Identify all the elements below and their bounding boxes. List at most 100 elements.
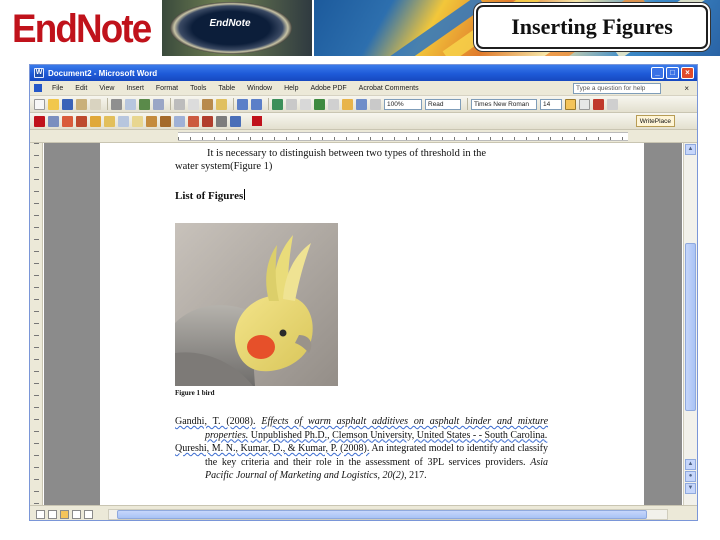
close-button[interactable]: × [681,67,694,79]
slide-banner: EndNote ® EndNote Inserting Figures [0,0,720,56]
hyperlink-icon[interactable] [272,98,283,110]
copy-icon[interactable] [188,98,199,110]
remove-field-codes-icon[interactable] [160,115,171,127]
menu-bar: File Edit View Insert Format Tools Table… [30,81,697,96]
menu-view[interactable]: View [93,85,120,92]
vertical-scrollbar[interactable]: ▲ ▲ ● ▼ [683,143,697,505]
find-figure-icon[interactable] [188,115,199,127]
insert-figure-icon[interactable] [90,115,101,127]
drawing-icon[interactable] [342,98,353,110]
redo-icon[interactable] [251,98,262,110]
undo-icon[interactable] [237,98,248,110]
print-preview-icon[interactable] [125,98,136,110]
document-page[interactable]: It is necessary to distinguish between t… [100,143,644,505]
list-of-figures-heading[interactable]: List of Figures [175,189,246,203]
open-folder-icon[interactable] [48,98,59,110]
save-icon[interactable] [62,98,73,110]
web-layout-icon[interactable] [48,509,57,519]
permission-icon[interactable] [76,98,87,110]
figure-caption[interactable]: Figure 1 bird [175,389,215,397]
show-hide-icon[interactable] [370,98,381,110]
print-icon[interactable] [111,98,122,110]
browse-object-icon[interactable]: ● [685,471,696,482]
insert-table-icon[interactable] [300,98,311,110]
document-map-icon[interactable] [356,98,367,110]
insert-excel-icon[interactable] [314,98,325,110]
edit-citation-icon[interactable] [104,115,115,127]
export-traveling-library-icon[interactable] [174,115,185,127]
preferences-icon[interactable] [216,115,227,127]
document-close-icon[interactable]: × [684,84,693,93]
scroll-up-icon[interactable]: ▲ [685,144,696,155]
unformat-icon[interactable] [132,115,143,127]
font-select[interactable]: Times New Roman [471,98,537,110]
format-painter-icon[interactable] [216,98,227,110]
reference-1-source: Unpublished Ph.D., Clemson University, U… [250,429,548,441]
zoom-select[interactable]: 100% [384,98,422,110]
vertical-scroll-thumb[interactable] [685,243,696,411]
tables-borders-icon[interactable] [286,98,297,110]
writeplace-button[interactable]: WritePlace [635,115,675,127]
read-button[interactable]: Read [425,98,461,110]
normal-view-icon[interactable] [36,509,45,519]
menu-tools[interactable]: Tools [184,85,212,92]
new-document-icon[interactable] [34,98,45,110]
outline-view-icon[interactable] [72,509,81,519]
find-citation-icon[interactable] [48,115,59,127]
vertical-ruler[interactable] [30,143,43,505]
research-icon[interactable] [153,98,164,110]
menu-acrobat-comments[interactable]: Acrobat Comments [353,85,425,92]
word-window: W Document2 - Microsoft Word _ □ × File … [29,64,698,521]
window-title: Document2 - Microsoft Word [48,68,158,78]
endnote-go-icon[interactable] [34,115,45,127]
text-cursor [244,189,246,200]
menu-adobe-pdf[interactable]: Adobe PDF [304,85,352,92]
toolbar-options-icon[interactable] [607,98,618,110]
menu-edit[interactable]: Edit [69,85,93,92]
endnote-logo: EndNote ® [12,6,171,52]
menu-help[interactable]: Help [278,85,304,92]
word-app-icon: W [34,68,44,78]
format-bibliography-icon[interactable] [146,115,157,127]
cut-icon[interactable] [174,98,185,110]
toolbar-separator [467,98,468,110]
menu-insert[interactable]: Insert [120,85,150,92]
bibliography[interactable]: Gandhi, T. (2008). Effects of warm aspha… [175,415,548,483]
insert-note-icon[interactable] [76,115,87,127]
paste-icon[interactable] [202,98,213,110]
menu-file[interactable]: File [46,85,69,92]
reference-2[interactable]: Qureshi, M. N., Kumar, D., & Kumar, P. (… [175,442,548,483]
columns-icon[interactable] [328,98,339,110]
highlight-icon[interactable] [579,98,590,110]
generate-figure-list-icon[interactable] [202,115,213,127]
maximize-button[interactable]: □ [666,67,679,79]
font-color-icon[interactable] [593,98,604,110]
figure-bird-image[interactable] [175,223,338,386]
horizontal-scrollbar[interactable] [108,508,668,520]
email-icon[interactable] [90,98,101,110]
document-menu-icon[interactable] [34,84,42,92]
font-size-select[interactable]: 14 [540,98,562,110]
spelling-icon[interactable] [139,98,150,110]
menu-window[interactable]: Window [241,85,278,92]
previous-page-icon[interactable]: ▲ [685,459,696,470]
horizontal-ruler[interactable] [30,130,697,143]
intro-paragraph[interactable]: It is necessary to distinguish between t… [175,147,555,173]
reference-1[interactable]: Gandhi, T. (2008). Effects of warm aspha… [175,415,548,442]
reading-layout-icon[interactable] [84,509,93,519]
help-search-input[interactable]: Type a question for help [573,83,661,94]
horizontal-scroll-thumb[interactable] [117,509,647,519]
print-layout-icon[interactable] [60,509,69,519]
document-area[interactable]: It is necessary to distinguish between t… [44,143,682,505]
edit-library-icon[interactable] [118,115,129,127]
bold-icon[interactable] [565,98,576,110]
ruler-ticks [178,133,628,140]
insert-citation-icon[interactable] [62,115,73,127]
menu-format[interactable]: Format [150,85,184,92]
menu-table[interactable]: Table [212,85,241,92]
minimize-button[interactable]: _ [651,67,664,79]
endnote-help-icon[interactable] [230,115,241,127]
next-page-icon[interactable]: ▼ [685,483,696,494]
reference-1-authors: Gandhi, T. (2008). [175,416,256,427]
decorative-art: Inserting Figures [314,0,720,56]
